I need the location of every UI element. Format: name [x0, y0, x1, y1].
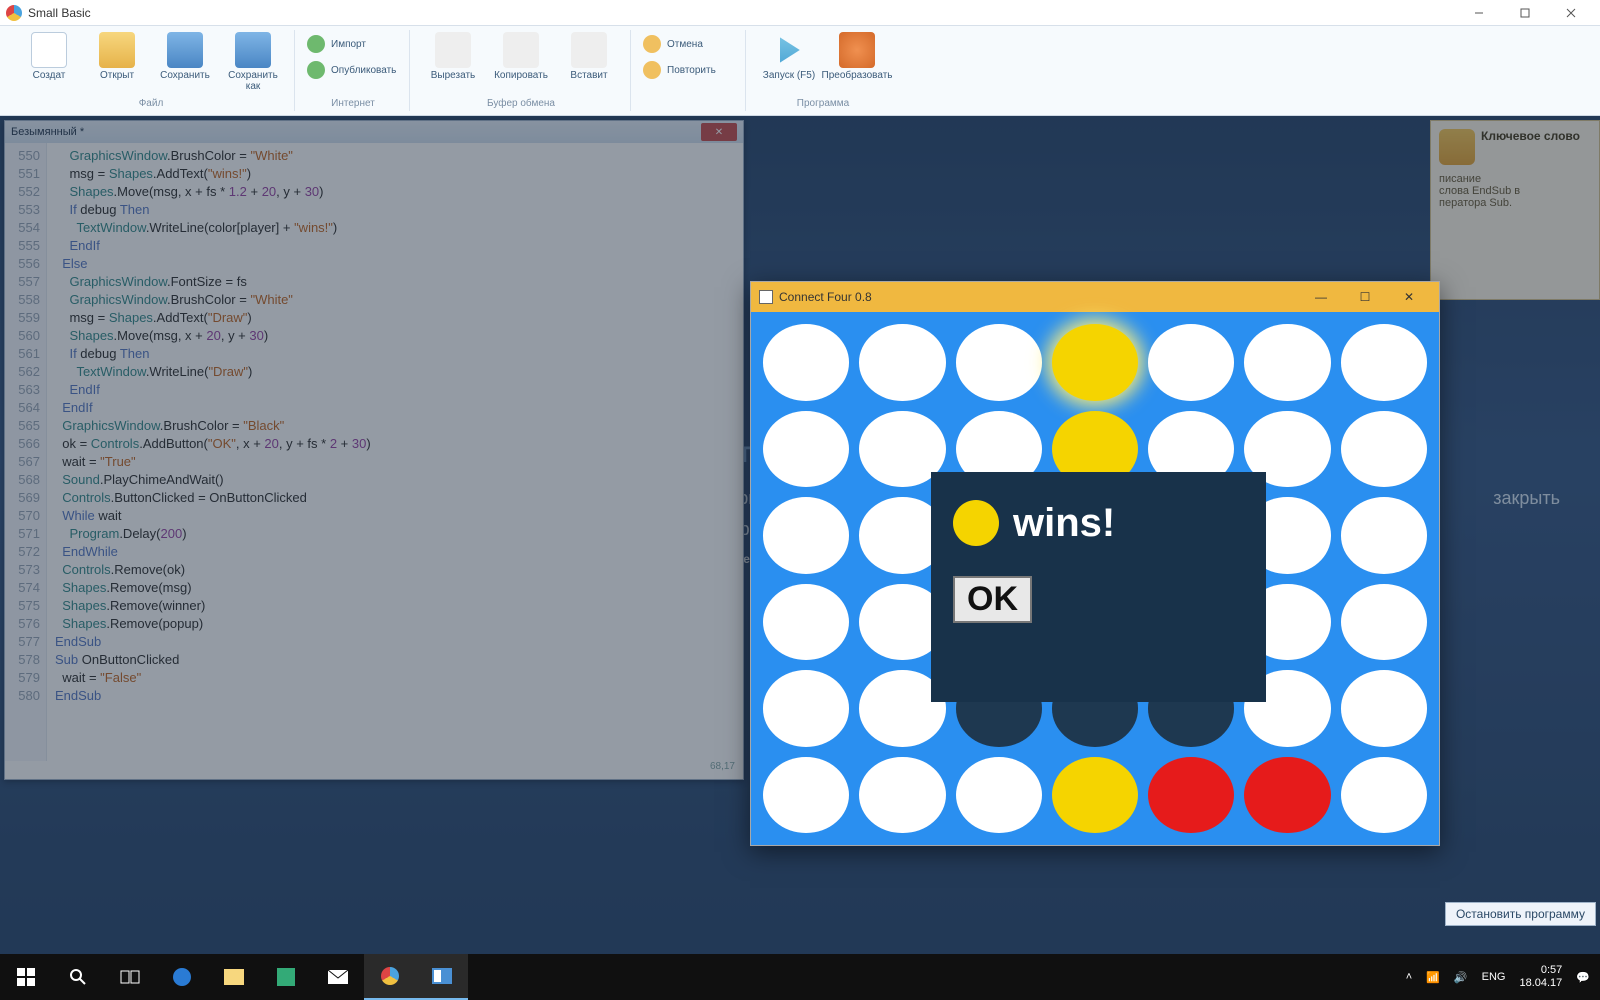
cf-board: wins! OK — [751, 312, 1439, 845]
graduate-button[interactable]: Преобразовать — [826, 32, 888, 81]
code-editor: Безымянный * ✕ 5505515525535545555565575… — [4, 120, 744, 780]
cf-cell[interactable] — [763, 324, 849, 401]
new-button[interactable]: Создат — [18, 32, 80, 92]
editor-title: Безымянный * — [11, 126, 84, 138]
help-icon — [1439, 129, 1475, 165]
edge-icon[interactable] — [156, 954, 208, 1000]
notifications-icon[interactable]: 💬 — [1576, 971, 1590, 984]
system-tray: ˄ 📶 🔊 ENG 0:57 18.04.17 💬 — [1396, 964, 1600, 989]
ribbon-group-undo: Отмена Повторить — [633, 30, 746, 111]
search-button[interactable] — [52, 954, 104, 1000]
cf-cell[interactable] — [956, 757, 1042, 834]
cursor-pos: 68,17 — [5, 761, 743, 779]
stop-program-button[interactable]: Остановить программу — [1445, 902, 1596, 926]
taskbar: ˄ 📶 🔊 ENG 0:57 18.04.17 💬 — [0, 954, 1600, 1000]
cf-cell[interactable] — [1341, 497, 1427, 574]
cf-cell[interactable] — [1341, 584, 1427, 661]
app-title: Small Basic — [28, 6, 91, 20]
redo-button[interactable]: Повторить — [643, 58, 735, 82]
cf-cell[interactable] — [763, 584, 849, 661]
volume-icon[interactable]: 🔊 — [1454, 971, 1468, 984]
help-body: писание слова EndSub в ператора Sub. — [1439, 173, 1591, 209]
cf-cell[interactable] — [763, 757, 849, 834]
save-button[interactable]: Сохранить — [154, 32, 216, 92]
copy-button[interactable]: Копировать — [490, 32, 552, 81]
cf-cell[interactable] — [763, 670, 849, 747]
lang-indicator[interactable]: ENG — [1482, 971, 1506, 983]
mail-icon[interactable] — [312, 954, 364, 1000]
cf-cell[interactable] — [1148, 757, 1234, 834]
cf-cell[interactable] — [763, 411, 849, 488]
connect-four-window: Connect Four 0.8 — ☐ ✕ wins! OK — [750, 281, 1440, 846]
ribbon-group-program: Запуск (F5) Преобразовать Программа — [748, 30, 898, 111]
network-icon[interactable]: 📶 — [1426, 971, 1440, 984]
cf-cell[interactable] — [956, 324, 1042, 401]
wins-text: wins! — [1013, 501, 1115, 546]
titlebar: Small Basic — [0, 0, 1600, 26]
publish-button[interactable]: Опубликовать — [307, 58, 399, 82]
editor-titlebar: Безымянный * ✕ — [5, 121, 743, 143]
ribbon-group-internet: Импорт Опубликовать Интернет — [297, 30, 410, 111]
save-as-button[interactable]: Сохранить как — [222, 32, 284, 92]
cf-title: Connect Four 0.8 — [779, 290, 872, 304]
running-program-task-icon[interactable] — [416, 954, 468, 1000]
cf-cell[interactable] — [1341, 757, 1427, 834]
cf-cell[interactable] — [859, 757, 945, 834]
smallbasic-task-icon[interactable] — [364, 954, 416, 1000]
tray-up-icon[interactable]: ˄ — [1406, 971, 1412, 983]
ok-button[interactable]: OK — [953, 576, 1032, 623]
help-panel: Ключевое слово писание слова EndSub в пе… — [1430, 120, 1600, 300]
start-button[interactable] — [0, 954, 52, 1000]
editor-close-button[interactable]: ✕ — [701, 123, 737, 141]
cf-cell[interactable] — [1052, 757, 1138, 834]
paste-button[interactable]: Вставит — [558, 32, 620, 81]
cf-cell[interactable] — [1341, 670, 1427, 747]
cf-maximize-button[interactable]: ☐ — [1343, 283, 1387, 311]
app-window: Small Basic Создат Открыт Сохранить Сохр… — [0, 0, 1600, 1000]
ribbon-group-file: Создат Открыт Сохранить Сохранить как Фа… — [8, 30, 295, 111]
undo-button[interactable]: Отмена — [643, 32, 735, 56]
cf-cell[interactable] — [1244, 324, 1330, 401]
cf-cell[interactable] — [1148, 324, 1234, 401]
app-logo-icon — [6, 5, 22, 21]
open-button[interactable]: Открыт — [86, 32, 148, 92]
code-lines[interactable]: GraphicsWindow.BrushColor = "White" msg … — [47, 143, 743, 761]
cf-logo-icon — [759, 290, 773, 304]
line-gutter: 5505515525535545555565575585595605615625… — [5, 143, 47, 761]
help-heading: Ключевое слово — [1481, 129, 1580, 143]
cut-button[interactable]: Вырезать — [422, 32, 484, 81]
import-button[interactable]: Импорт — [307, 32, 399, 56]
cf-cell[interactable] — [1341, 411, 1427, 488]
run-button[interactable]: Запуск (F5) — [758, 32, 820, 81]
cf-cell[interactable] — [1244, 757, 1330, 834]
winner-disc-icon — [953, 500, 999, 546]
cf-close-button[interactable]: ✕ — [1387, 283, 1431, 311]
cf-cell[interactable] — [1341, 324, 1427, 401]
cf-titlebar[interactable]: Connect Four 0.8 — ☐ ✕ — [751, 282, 1439, 312]
task-view-button[interactable] — [104, 954, 156, 1000]
close-button[interactable] — [1548, 0, 1594, 26]
cf-cell[interactable] — [763, 497, 849, 574]
clock[interactable]: 0:57 18.04.17 — [1519, 964, 1562, 989]
maximize-button[interactable] — [1502, 0, 1548, 26]
ribbon: Создат Открыт Сохранить Сохранить как Фа… — [0, 26, 1600, 116]
cf-cell[interactable] — [1052, 324, 1138, 401]
cf-popup: wins! OK — [931, 472, 1266, 702]
minimize-button[interactable] — [1456, 0, 1502, 26]
explorer-icon[interactable] — [208, 954, 260, 1000]
cf-cell[interactable] — [859, 324, 945, 401]
store-icon[interactable] — [260, 954, 312, 1000]
cf-minimize-button[interactable]: — — [1299, 283, 1343, 311]
ribbon-group-clipboard: Вырезать Копировать Вставит Буфер обмена — [412, 30, 631, 111]
content-area: Ваша программа (Безымян Вы можете дождат… — [0, 116, 1600, 976]
